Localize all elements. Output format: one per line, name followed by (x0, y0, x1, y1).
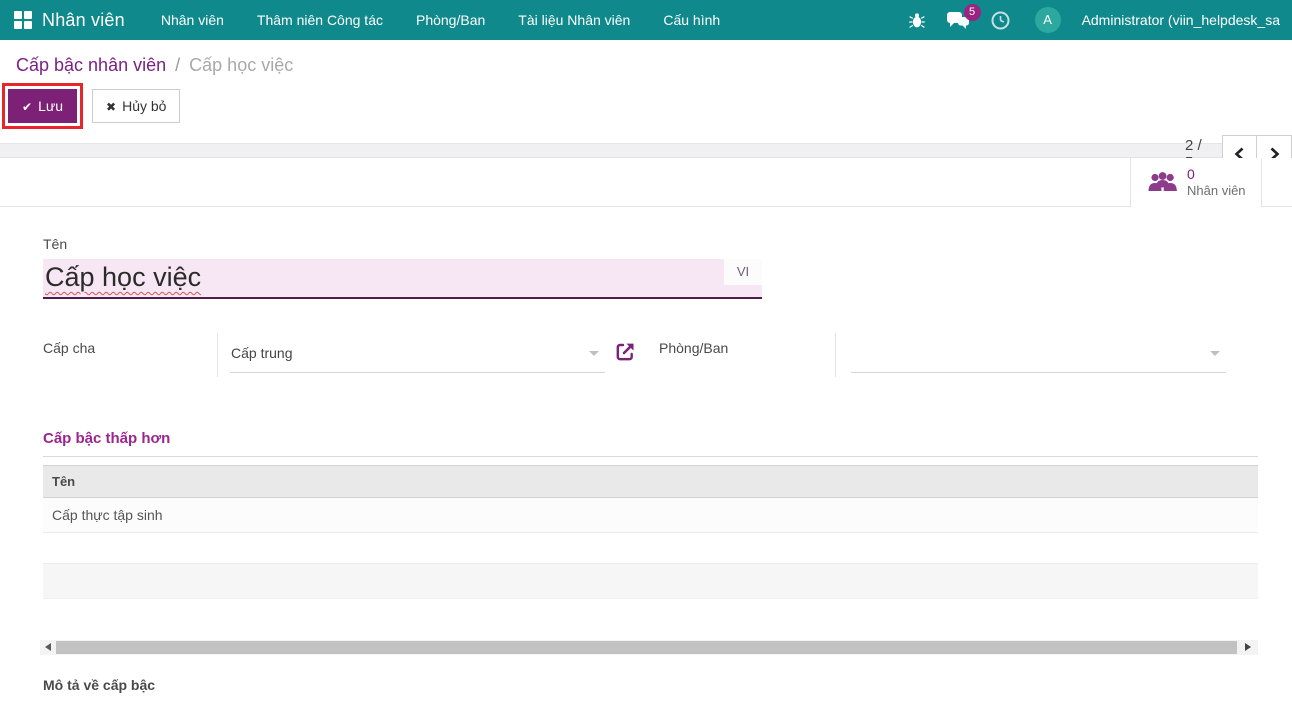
parent-level-group: Cấp cha Cấp trung (43, 333, 636, 377)
red-highlight-annotation: ✔ Lưu (2, 83, 84, 129)
parent-level-input[interactable]: Cấp trung (230, 335, 605, 373)
form-body: Tên Cấp học việc VI Cấp cha Cấp trung Ph… (0, 236, 1292, 693)
table-header-ten[interactable]: Tên (43, 465, 1258, 498)
discard-button[interactable]: ✖ Hủy bỏ (92, 89, 181, 123)
name-field: Cấp học việc VI (43, 259, 762, 299)
scroll-right-arrow-icon[interactable] (1245, 643, 1251, 651)
scroll-left-arrow-icon[interactable] (45, 643, 51, 651)
debug-bug-icon[interactable] (908, 12, 925, 29)
menu-item-nhan-vien[interactable]: Nhân viên (161, 1, 224, 39)
app-window: Nhân viên Nhân viên Thâm niên Công tác P… (0, 0, 1292, 717)
form-sheet: 0 Nhân viên Tên Cấp học việc VI Cấp cha … (0, 158, 1292, 717)
scrollbar-thumb[interactable] (56, 641, 1237, 654)
people-group-icon (1148, 172, 1177, 191)
lower-levels-section-title: Cấp bậc thấp hơn (43, 430, 171, 447)
control-panel: Cấp bậc nhân viên / Cấp học việc ✔ Lưu ✖ H… (0, 40, 1292, 172)
button-box: 0 Nhân viên (0, 158, 1292, 207)
menu-item-phong-ban[interactable]: Phòng/Ban (416, 1, 485, 39)
breadcrumb-current: Cấp học việc (189, 55, 294, 75)
app-brand[interactable]: Nhân viên (42, 10, 125, 31)
cross-icon: ✖ (106, 100, 117, 114)
messages-icon[interactable]: 5 (946, 3, 981, 30)
breadcrumb-separator: / (175, 55, 181, 75)
navbar-right: 5 A Administrator (viin_helpdesk_sa (908, 3, 1280, 33)
messages-count-badge: 5 (963, 3, 981, 21)
open-record-external-link-icon[interactable] (615, 341, 636, 377)
table-row[interactable]: Cấp thực tập sinh (43, 498, 1258, 533)
top-navbar: Nhân viên Nhân viên Thâm niên Công tác P… (0, 0, 1292, 40)
dropdown-caret-icon[interactable] (1210, 351, 1220, 356)
lower-levels-table: Tên Cấp thực tập sinh (43, 465, 1258, 631)
description-label: Mô tả về cấp bậc (43, 677, 156, 693)
translation-language-badge[interactable]: VI (724, 259, 762, 285)
user-menu[interactable]: Administrator (viin_helpdesk_sa (1082, 12, 1280, 28)
user-avatar[interactable]: A (1034, 7, 1061, 33)
apps-grid-icon[interactable] (14, 11, 32, 29)
check-icon: ✔ (22, 100, 33, 114)
table-empty-row (43, 599, 1258, 631)
table-empty-row (43, 564, 1258, 599)
employees-stat-button[interactable]: 0 Nhân viên (1130, 158, 1262, 207)
department-group: Phòng/Ban (659, 333, 1226, 377)
stat-value: 0 (1187, 165, 1195, 182)
activities-clock-icon[interactable] (991, 11, 1010, 30)
parent-level-label: Cấp cha (43, 333, 218, 377)
menu-item-tham-nien[interactable]: Thâm niên Công tác (257, 1, 383, 39)
name-field-label: Tên (43, 236, 68, 252)
save-button[interactable]: ✔ Lưu (8, 89, 78, 123)
breadcrumb: Cấp bậc nhân viên / Cấp học việc (0, 40, 1292, 76)
dropdown-caret-icon[interactable] (589, 351, 599, 356)
department-label: Phòng/Ban (659, 333, 836, 377)
panel-sheet-divider (0, 143, 1292, 158)
menu-item-tai-lieu[interactable]: Tài liệu Nhân viên (518, 1, 630, 39)
horizontal-scrollbar[interactable] (40, 640, 1258, 655)
department-input[interactable] (851, 335, 1226, 373)
stat-label: Nhân viên (1187, 183, 1246, 199)
menu-item-cau-hinh[interactable]: Cấu hình (663, 1, 720, 39)
section-divider (43, 456, 1258, 457)
table-empty-row (43, 533, 1258, 564)
fields-row: Cấp cha Cấp trung Phòng/Ban (43, 333, 1292, 377)
name-input[interactable]: Cấp học việc (43, 259, 762, 299)
main-menu: Nhân viên Thâm niên Công tác Phòng/Ban T… (161, 1, 720, 39)
breadcrumb-parent[interactable]: Cấp bậc nhân viên (16, 55, 166, 75)
form-buttons-row: ✔ Lưu ✖ Hủy bỏ (2, 83, 1292, 129)
